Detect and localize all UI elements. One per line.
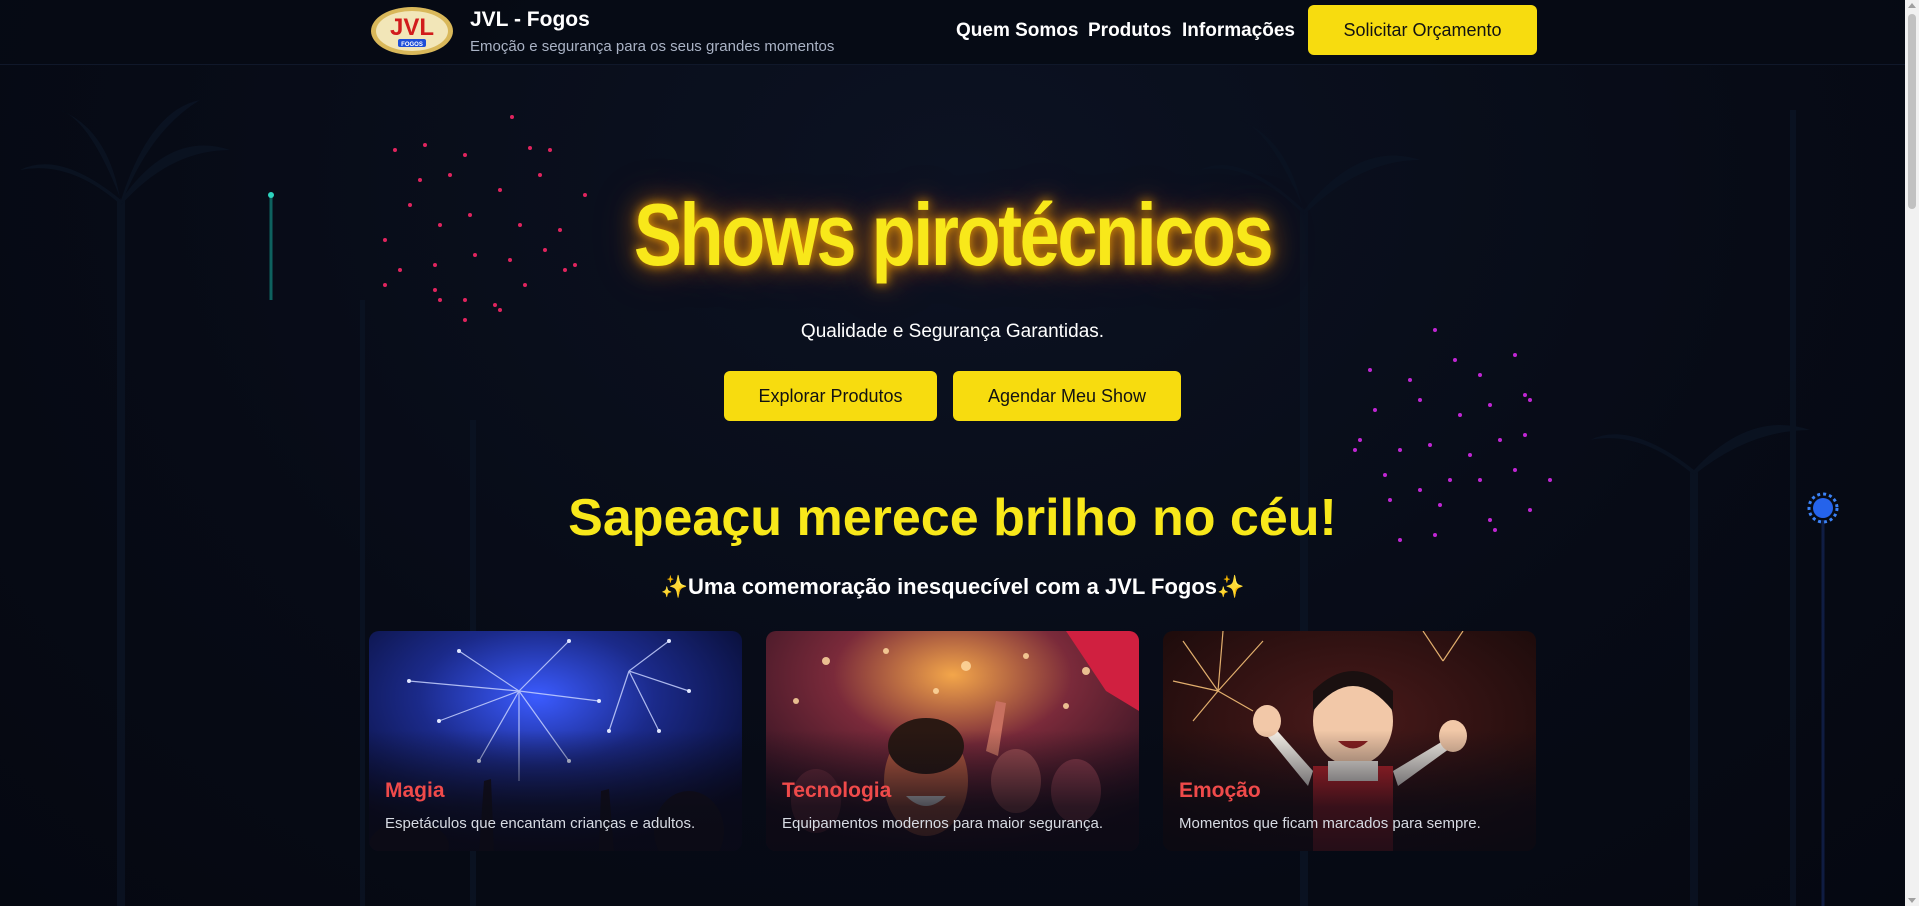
section-title: Sapeaçu merece brilho no céu! (568, 489, 1337, 547)
card-text: Momentos que ficam marcados para sempre. (1179, 815, 1481, 832)
section-subtitle: ✨Uma comemoração inesquecível com a JVL … (660, 574, 1245, 599)
logo-text: JVL (390, 14, 434, 41)
site-header: JVL FOGOS JVL - Fogos Emoção e segurança… (0, 0, 1905, 65)
card-text: Equipamentos modernos para maior seguran… (782, 815, 1104, 832)
hero-title: Shows pirotécnicos (633, 185, 1274, 284)
scroll-down-icon[interactable] (1908, 898, 1916, 903)
jvl-logo[interactable]: JVL FOGOS (370, 6, 454, 56)
nav-quem-somos[interactable]: Quem Somos (956, 20, 1078, 42)
explore-products-button[interactable]: Explorar Produtos (724, 371, 937, 421)
schedule-show-button[interactable]: Agendar Meu Show (953, 371, 1181, 421)
logo-subtext: FOGOS (401, 42, 423, 48)
feature-card-magia[interactable]: Magia Espetáculos que encantam crianças … (369, 631, 742, 851)
feature-card-emocao[interactable]: Emoção Momentos que ficam marcados para … (1163, 631, 1536, 851)
firework-blue (1807, 492, 1839, 906)
brand-title: JVL - Fogos (470, 8, 590, 31)
card-title: Emoção (1179, 779, 1261, 802)
card-title: Tecnologia (782, 779, 892, 802)
firework-red (383, 115, 587, 322)
scrollbar-thumb[interactable] (1908, 14, 1916, 209)
nav-informacoes[interactable]: Informações (1182, 20, 1295, 42)
page-scrollbar[interactable] (1905, 0, 1919, 906)
card-text: Espetáculos que encantam crianças e adul… (385, 815, 696, 832)
hero-subtitle: Qualidade e Segurança Garantidas. (800, 321, 1105, 342)
request-quote-button[interactable]: Solicitar Orçamento (1308, 5, 1537, 55)
brand-subtitle: Emoção e segurança para os seus grandes … (470, 38, 835, 55)
page: JVL FOGOS JVL - Fogos Emoção e segurança… (0, 0, 1919, 906)
scroll-up-icon[interactable] (1908, 3, 1916, 8)
feature-card-tecnologia[interactable]: Tecnologia Equipamentos modernos para ma… (766, 631, 1139, 851)
nav-produtos[interactable]: Produtos (1088, 20, 1171, 42)
card-title: Magia (385, 779, 445, 802)
